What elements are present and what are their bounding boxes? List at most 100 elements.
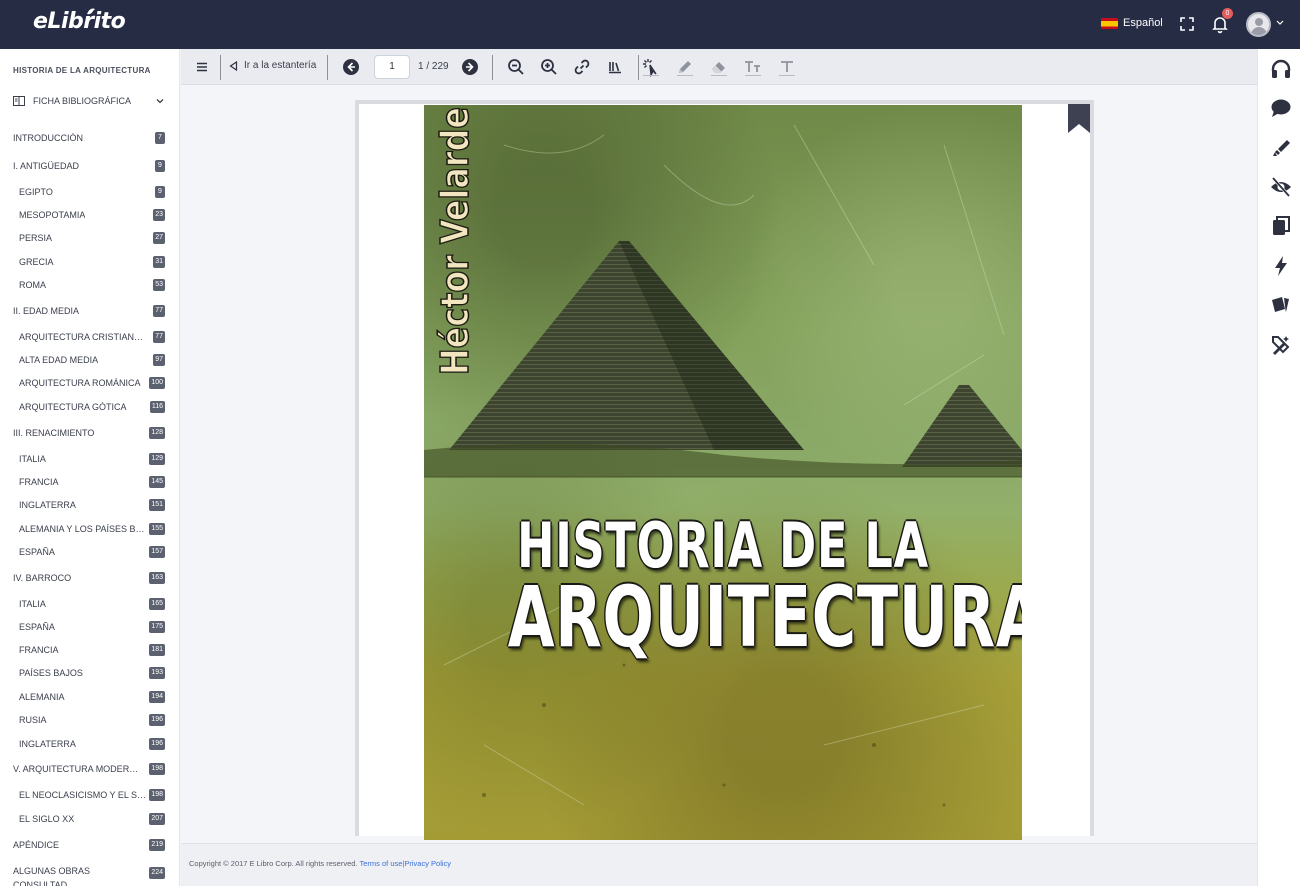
magic-tools-icon[interactable]: [1270, 334, 1292, 356]
select-cursor-icon[interactable]: [641, 57, 661, 78]
back-to-shelf-link[interactable]: Ir a la estantería: [229, 60, 316, 71]
toc-item-label: ESPAÑA: [19, 622, 55, 632]
eraser-icon[interactable]: [709, 57, 729, 77]
ficha-label: FICHA BIBLIOGRÁFICA: [33, 96, 132, 106]
reader-toolbar: Ir a la estantería 1 1 / 229: [181, 49, 1257, 85]
toc-subsection[interactable]: EL SIGLO XX 207: [0, 813, 179, 827]
toc-section[interactable]: INTRODUCCIÓN 7: [0, 132, 179, 146]
user-avatar[interactable]: [1246, 12, 1271, 37]
toc-page-badge: 157: [149, 546, 165, 558]
fullscreen-icon[interactable]: [1177, 14, 1197, 34]
privacy-policy-link[interactable]: Privacy Policy: [404, 859, 451, 868]
toc-subsection[interactable]: RUSIA 196: [0, 714, 179, 728]
cards-icon[interactable]: [1270, 294, 1292, 316]
toc-subsection[interactable]: ROMA 53: [0, 279, 179, 293]
back-to-shelf-label: Ir a la estantería: [244, 60, 317, 71]
toc-section[interactable]: V. ARQUITECTURA MODERNA 198: [0, 763, 179, 777]
toc-page-badge: 9: [155, 160, 165, 172]
toc-page-badge: 163: [149, 572, 165, 584]
toc-subsection[interactable]: FRANCIA 145: [0, 476, 179, 490]
toc-section[interactable]: II. EDAD MEDIA 77: [0, 305, 179, 319]
language-label: Español: [1123, 17, 1163, 29]
toc-section[interactable]: I. ANTIGÜEDAD 9: [0, 160, 179, 174]
toc-item-label: RUSIA: [19, 715, 47, 725]
text-icon[interactable]: [777, 57, 797, 77]
text-size-icon[interactable]: [743, 57, 763, 77]
pencil-icon[interactable]: [675, 57, 695, 77]
toc-item-label: ALGUNAS OBRAS CONSULTAD…: [13, 866, 91, 886]
toc-page-badge: 7: [155, 132, 165, 144]
toc-subsection[interactable]: ESPAÑA 157: [0, 546, 179, 560]
ficha-bibliografica-toggle[interactable]: FICHA BIBLIOGRÁFICA: [13, 93, 168, 109]
toc-subsection[interactable]: ITALIA 165: [0, 598, 179, 612]
toc-item-label: GRECIA: [19, 257, 54, 267]
table-of-contents-sidebar: HISTORIA DE LA ARQUITECTURA FICHA BIBLIO…: [0, 49, 180, 886]
toc-page-badge: 196: [149, 738, 165, 750]
toc-subsection[interactable]: EL NEOCLASICISMO Y EL S… 198: [0, 789, 179, 803]
comment-icon[interactable]: [1270, 97, 1292, 119]
toc-page-badge: 198: [149, 763, 165, 775]
copy-icon[interactable]: [1270, 215, 1292, 237]
toc-subsection[interactable]: INGLATERRA 151: [0, 499, 179, 513]
link-icon[interactable]: [572, 57, 592, 77]
bolt-icon[interactable]: [1270, 255, 1292, 277]
eye-slash-icon[interactable]: [1270, 176, 1292, 198]
toc-page-badge: 155: [149, 523, 165, 535]
toc-subsection[interactable]: PERSIA 27: [0, 232, 179, 246]
toc-section[interactable]: ALGUNAS OBRAS CONSULTAD… 224: [0, 866, 179, 886]
toc-subsection[interactable]: INGLATERRA 196: [0, 738, 179, 752]
book-title-line-2: ARQUITECTURA: [507, 568, 1022, 666]
highlighter-icon[interactable]: [1270, 137, 1292, 159]
toc-subsection[interactable]: GRECIA 31: [0, 256, 179, 270]
library-icon[interactable]: [605, 57, 625, 77]
toc-subsection[interactable]: ALTA EDAD MEDIA 97: [0, 354, 179, 368]
toc-item-label: ARQUITECTURA ROMÁNICA: [19, 378, 141, 388]
next-page-icon[interactable]: [460, 57, 480, 77]
language-selector[interactable]: Español: [1101, 17, 1163, 29]
reader-area: Héctor Velarde HISTORIA DE LA ARQUITECTU…: [181, 85, 1257, 843]
page-total-label: 1 / 229: [418, 61, 449, 72]
toc-item-label: II. EDAD MEDIA: [13, 306, 80, 316]
right-tools-rail: [1257, 49, 1300, 886]
toc-subsection[interactable]: ALEMANIA 194: [0, 691, 179, 705]
headphones-icon[interactable]: [1270, 58, 1292, 80]
toc-subsection[interactable]: FRANCIA 181: [0, 644, 179, 658]
toolbar-divider: [638, 55, 639, 80]
book-title-heading: HISTORIA DE LA ARQUITECTURA: [13, 66, 151, 75]
page-number-input[interactable]: 1: [374, 55, 410, 79]
toc-item-label: FRANCIA: [19, 645, 59, 655]
toc-subsection[interactable]: EGIPTO 9: [0, 186, 179, 200]
toc-subsection[interactable]: ARQUITECTURA GÓTICA 116: [0, 401, 179, 415]
toc-item-label: EL SIGLO XX: [19, 814, 75, 824]
zoom-in-icon[interactable]: [539, 57, 559, 77]
toc-subsection[interactable]: PAÍSES BAJOS 193: [0, 667, 179, 681]
book-open-icon: [13, 96, 25, 106]
caret-down-icon[interactable]: [1276, 18, 1284, 26]
toc-subsection[interactable]: ALEMANIA Y LOS PAÍSES B… 155: [0, 523, 179, 537]
bookmark-icon[interactable]: [1068, 104, 1090, 133]
toc-subsection[interactable]: ARQUITECTURA CRISTIANA … 77: [0, 331, 179, 345]
toc-section[interactable]: APÉNDICE 219: [0, 839, 179, 853]
toc-page-badge: 224: [149, 867, 165, 879]
prev-page-icon[interactable]: [341, 57, 361, 77]
toc-subsection[interactable]: ITALIA 129: [0, 453, 179, 467]
toc-item-label: ARQUITECTURA CRISTIANA …: [19, 332, 147, 342]
toc-page-badge: 193: [149, 667, 165, 679]
terms-of-use-link[interactable]: Terms of use: [359, 859, 402, 868]
toc-subsection[interactable]: MESOPOTAMIA 23: [0, 209, 179, 223]
toc-subsection[interactable]: ESPAÑA 175: [0, 621, 179, 635]
toc-page-badge: 198: [149, 789, 165, 801]
menu-icon[interactable]: [192, 57, 212, 77]
toc-subsection[interactable]: ARQUITECTURA ROMÁNICA 100: [0, 377, 179, 391]
toc-item-label: MESOPOTAMIA: [19, 210, 86, 220]
toc-item-label: IV. BARROCO: [13, 573, 72, 583]
app-logo[interactable]: eLibrito: [33, 9, 126, 34]
toc-item-label: PAÍSES BAJOS: [19, 668, 83, 678]
toc-section[interactable]: III. RENACIMIENTO 128: [0, 427, 179, 441]
toc-section[interactable]: IV. BARROCO 163: [0, 572, 179, 586]
zoom-out-icon[interactable]: [506, 57, 526, 77]
toc-item-label: ALTA EDAD MEDIA: [19, 355, 99, 365]
toc-page-badge: 165: [149, 598, 165, 610]
toc-page-badge: 181: [149, 644, 165, 656]
footer-text: Copyright © 2017 E Libro Corp. All right…: [189, 859, 451, 868]
